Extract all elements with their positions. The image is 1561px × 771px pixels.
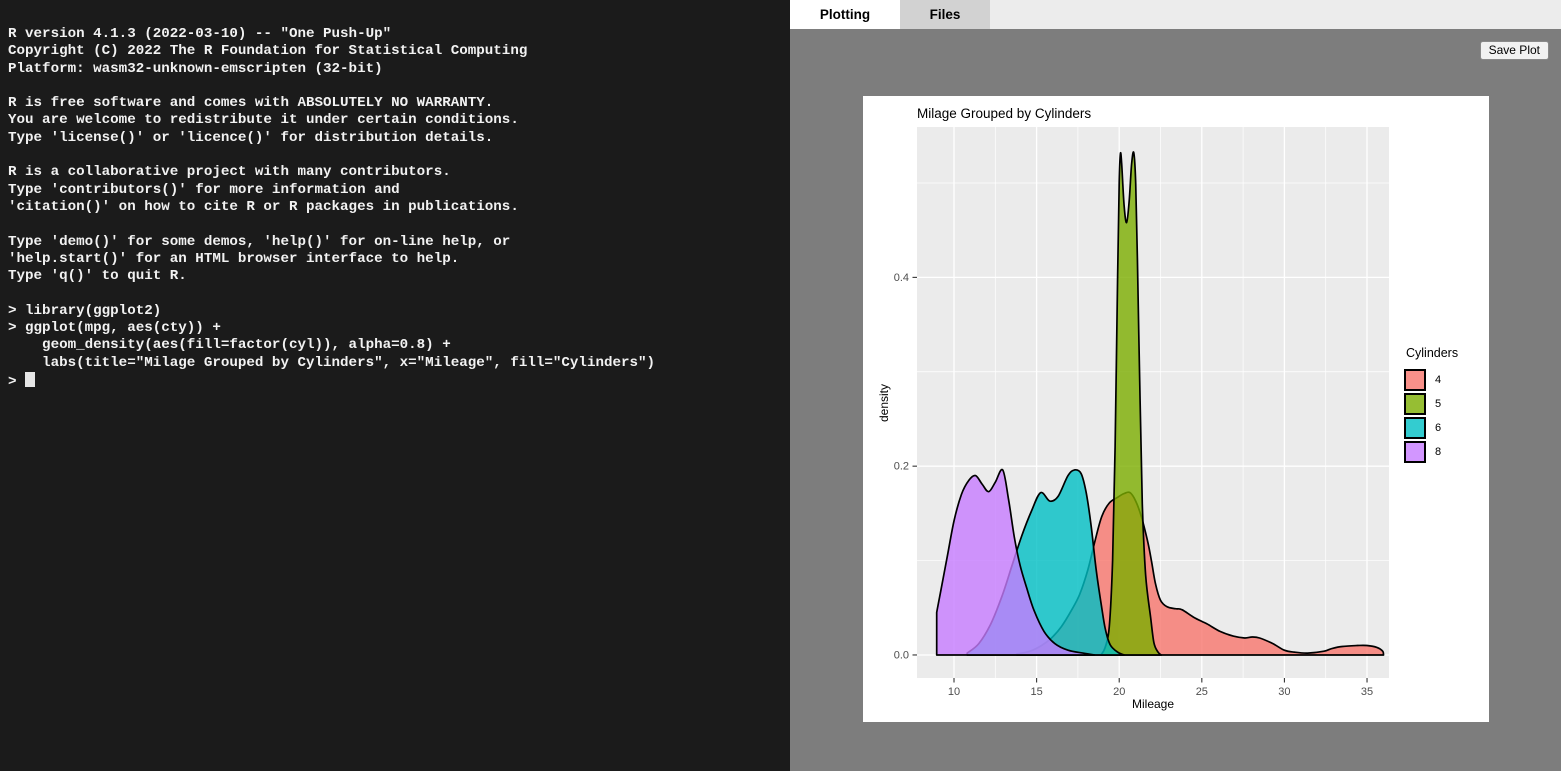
legend-swatch-4 [1404,369,1426,391]
console-line: You are welcome to redistribute it under… [8,112,790,129]
legend-entries: 4 5 6 8 [1404,369,1458,463]
legend-label: 8 [1435,446,1441,458]
y-tick-label: 0.4 [894,272,909,284]
save-plot-button[interactable]: Save Plot [1480,41,1549,60]
console-output: R version 4.1.3 (2022-03-10) -- "One Pus… [8,26,790,372]
console-line: R is free software and comes with ABSOLU… [8,95,790,112]
console-prompt-line: > [8,372,790,391]
plot-panel: 1015202530350.00.20.4 [917,127,1389,678]
legend-label: 6 [1435,422,1441,434]
console-prompt: > [8,374,25,390]
r-console[interactable]: R version 4.1.3 (2022-03-10) -- "One Pus… [0,0,790,771]
legend-label: 4 [1435,374,1441,386]
console-line: Type 'contributors()' for more informati… [8,182,790,199]
console-line: 'help.start()' for an HTML browser inter… [8,251,790,268]
x-axis-label: Mileage [917,697,1389,711]
tab-bar: PlottingFiles [790,0,1561,29]
console-line: Type 'q()' to quit R. [8,268,790,285]
console-line [8,78,790,95]
legend-row: 6 [1404,417,1458,439]
console-line: Type 'license()' or 'licence()' for dist… [8,130,790,147]
tab-files[interactable]: Files [900,0,990,29]
console-line [8,216,790,233]
y-axis-label: density [877,384,891,422]
console-line: Platform: wasm32-unknown-emscripten (32-… [8,61,790,78]
legend-swatch-5 [1404,393,1426,415]
legend-swatch-8 [1404,441,1426,463]
console-line: Copyright (C) 2022 The R Foundation for … [8,43,790,60]
tab-plotting[interactable]: Plotting [790,0,900,29]
console-line: > ggplot(mpg, aes(cty)) + [8,320,790,337]
legend-row: 8 [1404,441,1458,463]
console-line: 'citation()' on how to cite R or R packa… [8,199,790,216]
plotting-pane: PlottingFiles Save Plot Milage Grouped b… [790,0,1561,771]
legend-swatch-6 [1404,417,1426,439]
console-line: > library(ggplot2) [8,303,790,320]
console-line: labs(title="Milage Grouped by Cylinders"… [8,355,790,372]
y-tick-label: 0.2 [894,461,909,473]
console-line: Type 'demo()' for some demos, 'help()' f… [8,234,790,251]
plot-card: Milage Grouped by Cylinders 101520253035… [863,96,1489,722]
y-tick-label: 0.0 [894,649,909,661]
console-line [8,285,790,302]
console-line: R is a collaborative project with many c… [8,164,790,181]
legend-row: 4 [1404,369,1458,391]
plot-title: Milage Grouped by Cylinders [917,106,1091,121]
density-plot-svg: 1015202530350.00.20.4 [917,127,1389,678]
console-line [8,147,790,164]
console-line: geom_density(aes(fill=factor(cyl)), alph… [8,337,790,354]
legend-label: 5 [1435,398,1441,410]
legend-row: 5 [1404,393,1458,415]
console-cursor [25,372,35,387]
legend: Cylinders 4 5 6 8 [1404,346,1458,465]
legend-title: Cylinders [1406,346,1458,360]
console-line: R version 4.1.3 (2022-03-10) -- "One Pus… [8,26,790,43]
